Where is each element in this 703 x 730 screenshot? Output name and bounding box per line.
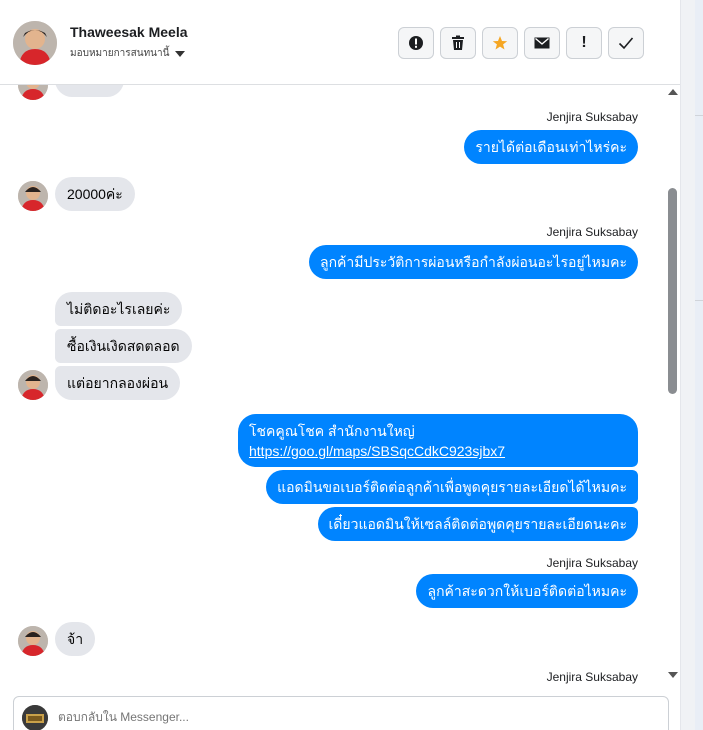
sender-name: Jenjira Suksabay [546,225,638,239]
scroll-down-arrow-icon[interactable] [668,672,678,678]
star-icon [492,36,508,50]
mark-done-button[interactable] [608,27,644,59]
conversation-panel: Thaweesak Meela มอบหมายการสนทนานี้ ! Jen… [0,0,681,730]
report-spam-button[interactable] [398,27,434,59]
message-bubble-outgoing: ลูกค้าสะดวกให้เบอร์ติดต่อไหมคะ [416,574,638,608]
assign-conversation-dropdown[interactable]: มอบหมายการสนทนานี้ [70,46,186,61]
reply-input[interactable] [58,710,638,724]
contact-avatar[interactable] [13,21,57,65]
envelope-icon [534,37,550,49]
follow-up-button[interactable]: ! [566,27,602,59]
thread-scrollbar[interactable] [665,85,680,691]
message-bubble-outgoing: รายได้ต่อเดือนเท่าไหร่คะ [464,130,638,164]
check-icon [618,37,634,50]
contact-name[interactable]: Thaweesak Meela [70,24,188,40]
message-bubble-incoming [55,85,124,97]
action-toolbar: ! [398,27,644,59]
message-bubble-incoming: 20000ค่ะ [55,177,135,211]
delete-button[interactable] [440,27,476,59]
branch-title: โชคคูณโชค สำนักงานใหญ่ [249,423,415,439]
sender-name: Jenjira Suksabay [546,670,638,684]
alert-circle-icon [409,36,423,50]
page-avatar [22,705,48,730]
message-thread: Jenjira Suksabay รายได้ต่อเดือนเท่าไหร่ค… [0,85,664,691]
caret-down-icon [175,51,186,57]
message-bubble-outgoing: เดี๋ยวแอดมินให้เซลล์ติดต่อพูดคุยรายละเอี… [317,507,638,541]
contact-avatar-small [18,626,48,656]
message-bubble-incoming: ไม่ติดอะไรเลยค่ะ [55,292,183,326]
reply-composer[interactable] [13,696,669,730]
trash-icon [452,35,464,50]
contact-avatar-small [18,370,48,400]
message-bubble-incoming: จ้า [55,622,96,656]
conversation-header: Thaweesak Meela มอบหมายการสนทนานี้ ! [0,0,680,85]
mark-unread-button[interactable] [524,27,560,59]
contact-avatar-small [18,85,48,100]
message-bubble-incoming: แต่อยากลองผ่อน [55,366,181,400]
message-bubble-incoming: ซื้อเงินเงิดสดตลอด [55,329,192,363]
sender-name: Jenjira Suksabay [546,110,638,124]
assign-label: มอบหมายการสนทนานี้ [70,48,170,59]
message-bubble-outgoing-link: โชคคูณโชค สำนักงานใหญ่ https://goo.gl/ma… [238,414,638,467]
star-button[interactable] [482,27,518,59]
scroll-thumb[interactable] [668,188,677,394]
map-link[interactable]: https://goo.gl/maps/SBSqcCdkC923sjbx7 [249,443,505,459]
message-bubble-outgoing: แอดมินขอเบอร์ติดต่อลูกค้าเพื่อพูดคุยรายล… [266,470,638,504]
contact-avatar-small [18,181,48,211]
message-bubble-outgoing: ลูกค้ามีประวัติการผ่อนหรือกำลังผ่อนอะไรอ… [308,245,638,279]
exclamation-icon: ! [581,34,587,51]
sender-name: Jenjira Suksabay [546,556,638,570]
right-sidebar-edge [681,0,703,730]
scroll-up-arrow-icon[interactable] [668,89,678,95]
